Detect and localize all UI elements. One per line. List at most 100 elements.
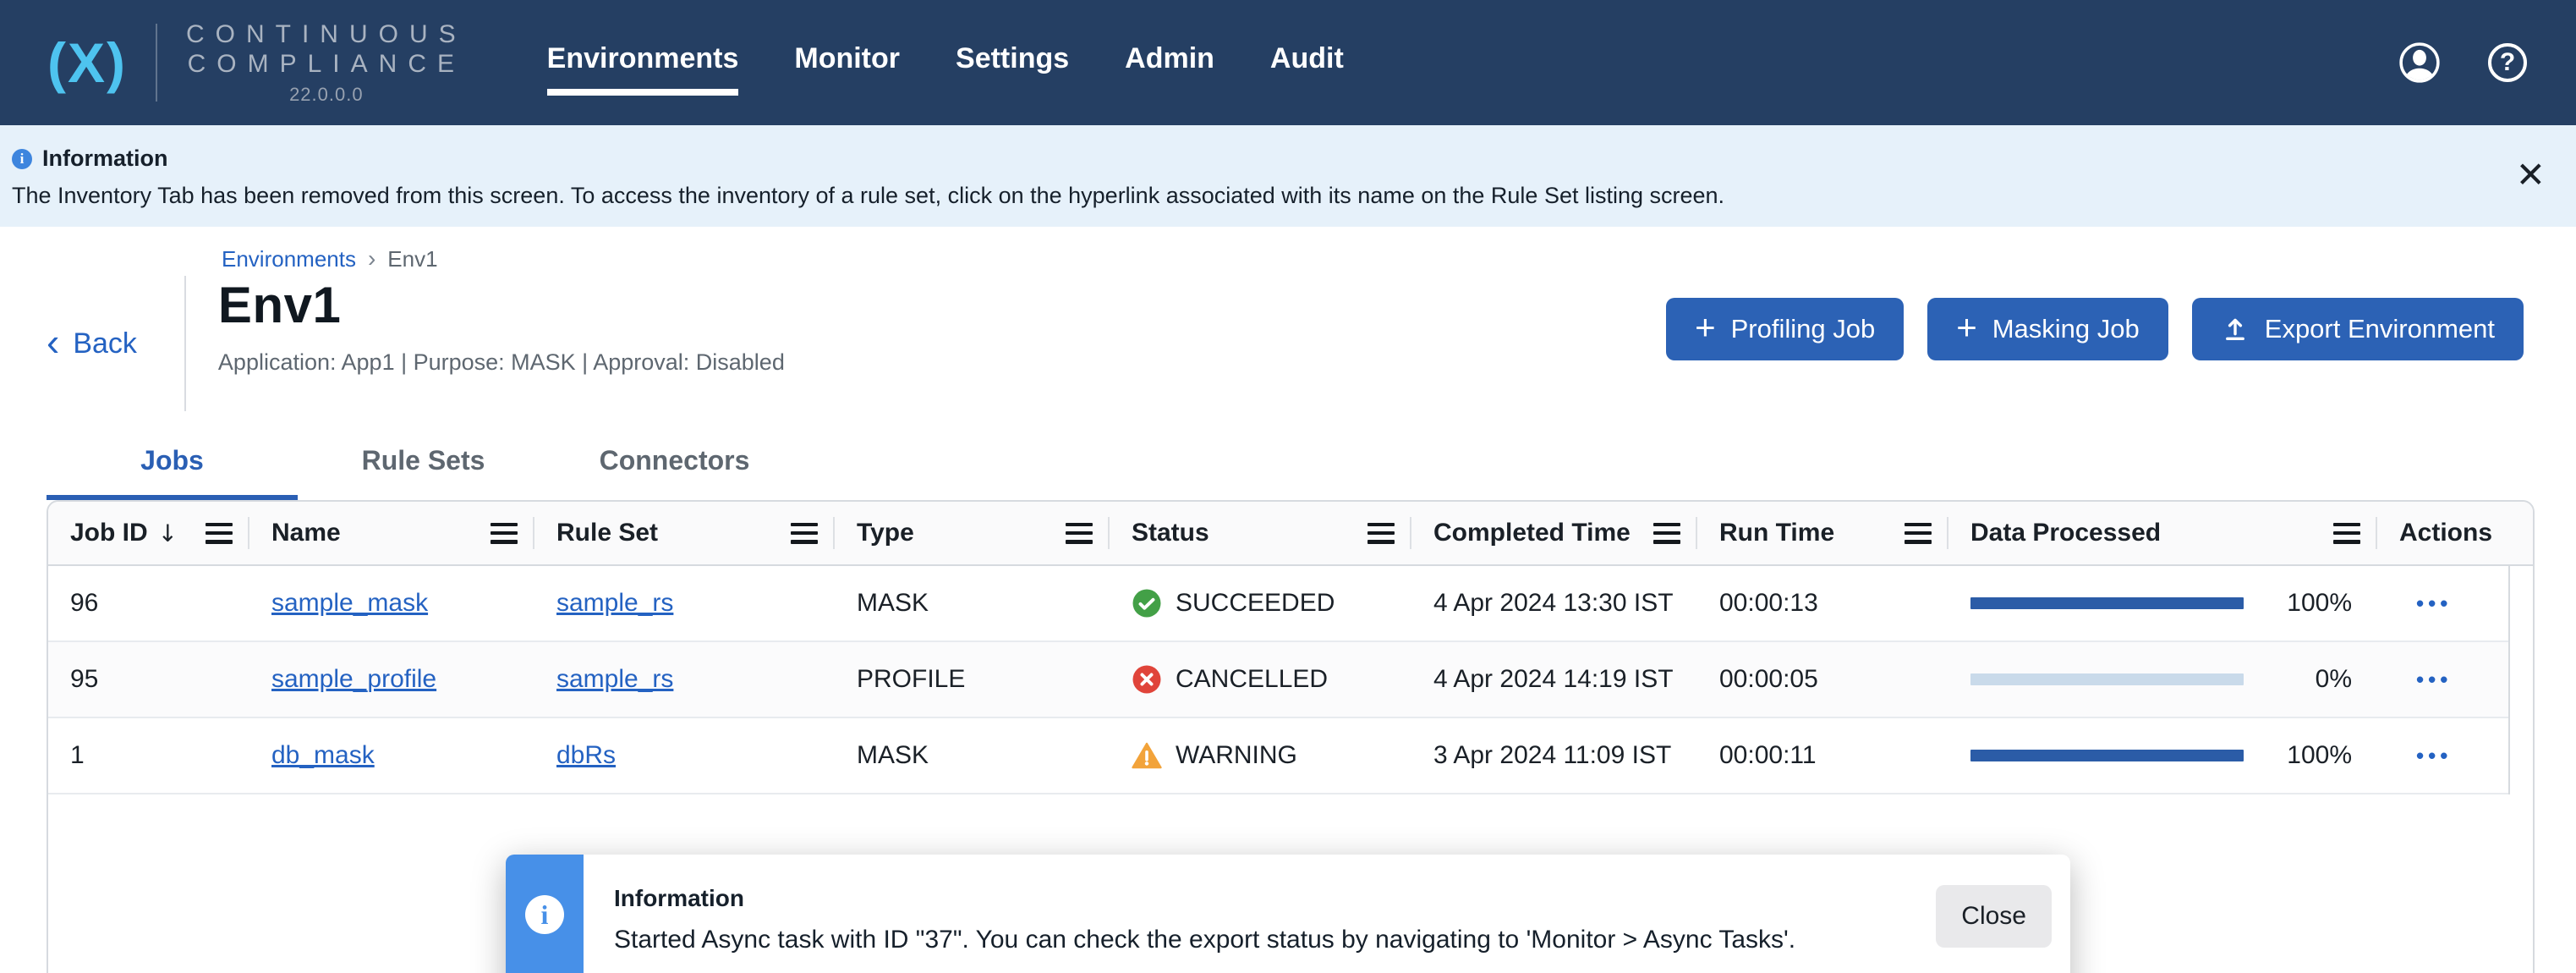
- breadcrumb: Environments › Env1: [222, 245, 2576, 272]
- job-type-cell: MASK: [835, 741, 1110, 770]
- progress-percent: 0%: [2316, 665, 2352, 694]
- column-header-rule-set[interactable]: Rule Set: [534, 502, 835, 564]
- rule-set-link[interactable]: dbRs: [556, 741, 616, 770]
- tab-connectors[interactable]: Connectors: [549, 432, 800, 500]
- job-name-link[interactable]: sample_profile: [271, 665, 436, 694]
- toast-message: Started Async task with ID "37". You can…: [614, 926, 1919, 954]
- job-name-cell: sample_mask: [249, 589, 534, 618]
- job-id-cell: 96: [48, 589, 249, 618]
- job-name-link[interactable]: sample_mask: [271, 589, 428, 618]
- plus-icon: +: [1956, 310, 1977, 345]
- row-actions-menu-icon[interactable]: •••: [2416, 668, 2452, 690]
- header-action-buttons: + Profiling Job + Masking Job Export Env…: [1666, 298, 2524, 360]
- top-nav-bar: (X) CONTINUOUS COMPLIANCE 22.0.0.0 Envir…: [0, 0, 2576, 125]
- toast-close-button[interactable]: Close: [1936, 885, 2052, 948]
- nav-item-settings[interactable]: Settings: [956, 30, 1069, 96]
- run-time-cell: 00:00:11: [1697, 741, 1948, 770]
- nav-right-icons: ?: [2398, 41, 2529, 84]
- banner-close-icon[interactable]: ✕: [2516, 157, 2546, 193]
- job-id-cell: 1: [48, 741, 249, 770]
- status-cell: CANCELLED: [1110, 664, 1411, 695]
- progress-bar: [1970, 673, 2244, 685]
- upload-icon: [2221, 315, 2250, 344]
- user-account-icon[interactable]: [2398, 41, 2441, 84]
- table-row: 1 db_mask dbRs MASK WARNING 3 Apr 2024 1…: [48, 718, 2508, 794]
- progress-bar-fill: [1970, 597, 2244, 609]
- job-name-cell: db_mask: [249, 741, 534, 770]
- breadcrumb-environments-link[interactable]: Environments: [222, 246, 356, 272]
- jobs-table-body: 96 sample_mask sample_rs MASK SUCCEEDED …: [48, 566, 2510, 794]
- column-label: Actions: [2399, 519, 2492, 547]
- column-header-type[interactable]: Type: [835, 502, 1110, 564]
- rule-set-link[interactable]: sample_rs: [556, 589, 673, 618]
- rule-set-cell: sample_rs: [534, 589, 835, 618]
- warning-icon: [1132, 740, 1162, 771]
- toast-body: Information Started Async task with ID "…: [584, 855, 1919, 973]
- column-label: Rule Set: [556, 519, 658, 547]
- rule-set-link[interactable]: sample_rs: [556, 665, 673, 694]
- actions-cell: •••: [2377, 745, 2508, 767]
- job-name-cell: sample_profile: [249, 665, 534, 694]
- column-label: Data Processed: [1970, 519, 2161, 547]
- status-cell: WARNING: [1110, 740, 1411, 771]
- job-id-cell: 95: [48, 665, 249, 694]
- row-actions-menu-icon[interactable]: •••: [2416, 592, 2452, 614]
- nav-item-monitor[interactable]: Monitor: [794, 30, 900, 96]
- column-menu-icon[interactable]: [206, 523, 233, 544]
- column-header-name[interactable]: Name: [249, 502, 534, 564]
- success-icon: [1132, 588, 1162, 618]
- column-menu-icon[interactable]: [491, 523, 518, 544]
- back-button[interactable]: ‹ Back: [47, 326, 137, 361]
- export-environment-button[interactable]: Export Environment: [2192, 298, 2524, 360]
- column-label: Status: [1132, 519, 1209, 547]
- column-label: Job ID: [70, 519, 148, 547]
- column-menu-icon[interactable]: [1905, 523, 1932, 544]
- data-processed-cell: 100%: [1948, 589, 2377, 618]
- job-type-cell: MASK: [835, 589, 1110, 618]
- column-menu-icon[interactable]: [1653, 523, 1680, 544]
- banner-message: The Inventory Tab has been removed from …: [12, 183, 2475, 209]
- status-label: WARNING: [1176, 741, 1297, 770]
- help-icon[interactable]: ?: [2486, 41, 2529, 84]
- main-nav: Environments Monitor Settings Admin Audi…: [547, 30, 1344, 96]
- column-menu-icon[interactable]: [2333, 523, 2360, 544]
- masking-job-label: Masking Job: [1992, 314, 2140, 344]
- jobs-table-header: Job ID ↓ Name Rule Set Type Status Compl…: [48, 502, 2533, 566]
- column-label: Completed Time: [1433, 519, 1631, 547]
- column-header-completed-time[interactable]: Completed Time: [1411, 502, 1697, 564]
- page-root: { "app": { "logo_mark": "(X)", "product_…: [0, 0, 2576, 973]
- column-label: Run Time: [1719, 519, 1834, 547]
- column-header-run-time[interactable]: Run Time: [1697, 502, 1948, 564]
- column-menu-icon[interactable]: [791, 523, 818, 544]
- actions-cell: •••: [2377, 668, 2508, 690]
- row-actions-menu-icon[interactable]: •••: [2416, 745, 2452, 767]
- masking-job-button[interactable]: + Masking Job: [1927, 298, 2168, 360]
- page-header: ‹ Back Env1 Application: App1 | Purpose:…: [0, 276, 2576, 411]
- profiling-job-button[interactable]: + Profiling Job: [1666, 298, 1904, 360]
- column-header-status[interactable]: Status: [1110, 502, 1411, 564]
- actions-cell: •••: [2377, 592, 2508, 614]
- plus-icon: +: [1695, 310, 1716, 345]
- job-type-cell: PROFILE: [835, 665, 1110, 694]
- nav-item-environments[interactable]: Environments: [547, 30, 739, 96]
- breadcrumb-current: Env1: [387, 246, 437, 272]
- status-label: CANCELLED: [1176, 665, 1328, 694]
- progress-percent: 100%: [2287, 589, 2352, 618]
- column-menu-icon[interactable]: [1066, 523, 1093, 544]
- product-wordmark: CONTINUOUS COMPLIANCE 22.0.0.0: [186, 19, 467, 106]
- column-menu-icon[interactable]: [1367, 523, 1395, 544]
- column-header-data-processed[interactable]: Data Processed: [1948, 502, 2377, 564]
- nav-item-admin[interactable]: Admin: [1125, 30, 1214, 96]
- logo-divider: [156, 24, 157, 102]
- column-header-job-id[interactable]: Job ID ↓: [48, 502, 249, 564]
- table-row: 96 sample_mask sample_rs MASK SUCCEEDED …: [48, 566, 2508, 642]
- data-processed-cell: 0%: [1948, 665, 2377, 694]
- sort-descending-icon[interactable]: ↓: [158, 519, 178, 547]
- tab-rule-sets[interactable]: Rule Sets: [298, 432, 549, 500]
- nav-item-audit[interactable]: Audit: [1270, 30, 1344, 96]
- job-name-link[interactable]: db_mask: [271, 741, 375, 770]
- run-time-cell: 00:00:05: [1697, 665, 1948, 694]
- toast-title: Information: [614, 885, 1919, 912]
- progress-bar: [1970, 750, 2244, 761]
- tab-jobs[interactable]: Jobs: [47, 432, 298, 500]
